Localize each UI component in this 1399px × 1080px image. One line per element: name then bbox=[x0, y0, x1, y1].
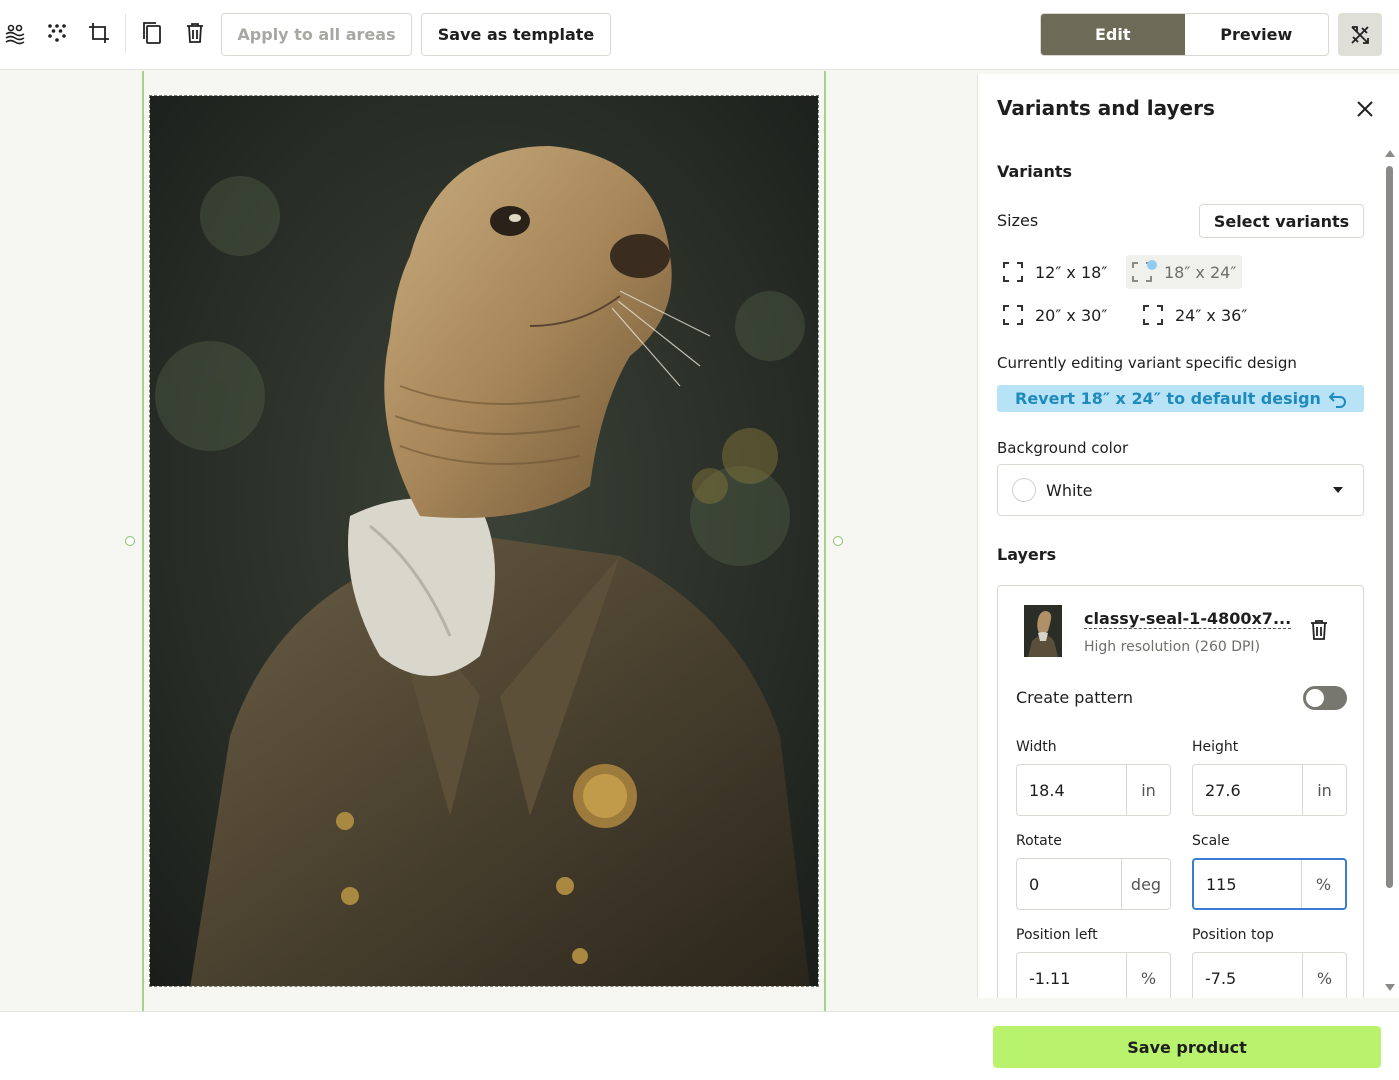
size-label: 24″ x 36″ bbox=[1175, 305, 1248, 325]
tools-icon[interactable] bbox=[1338, 13, 1382, 56]
position-left-field[interactable]: -1.11 % bbox=[1016, 952, 1171, 998]
create-pattern-toggle[interactable] bbox=[1303, 686, 1347, 710]
revert-label: Revert 18″ x 24″ to default design bbox=[1015, 389, 1321, 408]
pattern-icon[interactable] bbox=[0, 18, 30, 48]
mode-switch: Edit Preview bbox=[1040, 13, 1329, 56]
apply-to-all-areas-button[interactable]: Apply to all areas bbox=[221, 13, 412, 56]
edited-indicator-dot bbox=[1147, 260, 1157, 270]
design-canvas[interactable] bbox=[0, 71, 976, 1011]
panel-title: Variants and layers bbox=[997, 96, 1215, 120]
print-area-right-guide bbox=[824, 71, 826, 1011]
crop-icon[interactable] bbox=[84, 18, 114, 48]
width-unit: in bbox=[1126, 765, 1170, 815]
size-option-24x36[interactable]: 24″ x 36″ bbox=[1137, 298, 1253, 332]
tab-edit[interactable]: Edit bbox=[1041, 14, 1185, 55]
position-left-label: Position left bbox=[1016, 927, 1098, 943]
editing-note: Currently editing variant specific desig… bbox=[997, 354, 1297, 372]
height-value[interactable]: 27.6 bbox=[1193, 765, 1302, 815]
frame-icon bbox=[1003, 262, 1023, 282]
variants-heading: Variants bbox=[997, 162, 1073, 181]
layers-heading: Layers bbox=[997, 545, 1057, 564]
rotate-value[interactable]: 0 bbox=[1017, 859, 1121, 909]
layer-file-name[interactable]: classy-seal-1-4800x7... bbox=[1084, 609, 1292, 629]
frame-icon bbox=[1143, 305, 1163, 325]
scatter-icon[interactable] bbox=[42, 18, 72, 48]
height-field[interactable]: 27.6 in bbox=[1192, 764, 1347, 816]
rotate-unit: deg bbox=[1121, 859, 1170, 909]
height-label: Height bbox=[1192, 739, 1239, 755]
layer-thumbnail bbox=[1024, 605, 1062, 657]
size-option-12x18[interactable]: 12″ x 18″ bbox=[997, 255, 1113, 289]
background-color-select[interactable]: White bbox=[997, 464, 1364, 516]
width-label: Width bbox=[1016, 739, 1057, 755]
width-value[interactable]: 18.4 bbox=[1017, 765, 1126, 815]
undo-icon bbox=[1328, 392, 1346, 408]
position-left-value[interactable]: -1.11 bbox=[1017, 953, 1126, 998]
variants-layers-panel: Variants and layers Variants Sizes Selec… bbox=[977, 74, 1399, 998]
height-unit: in bbox=[1302, 765, 1346, 815]
scroll-up-arrow[interactable] bbox=[1385, 150, 1395, 157]
position-top-label: Position top bbox=[1192, 927, 1274, 943]
background-color-label: Background color bbox=[997, 439, 1129, 457]
size-label: 12″ x 18″ bbox=[1035, 262, 1108, 282]
create-pattern-label: Create pattern bbox=[1016, 688, 1134, 707]
size-label: 18″ x 24″ bbox=[1164, 262, 1237, 282]
footer-bar: Save product bbox=[0, 1011, 1399, 1080]
sizes-label: Sizes bbox=[997, 211, 1039, 230]
color-swatch bbox=[1012, 478, 1036, 502]
rotate-label: Rotate bbox=[1016, 833, 1062, 849]
artwork-image[interactable] bbox=[149, 95, 819, 987]
toolbar-divider bbox=[125, 14, 126, 54]
scroll-thumb[interactable] bbox=[1386, 166, 1393, 888]
revert-to-default-button[interactable]: Revert 18″ x 24″ to default design bbox=[997, 385, 1364, 412]
size-label: 20″ x 30″ bbox=[1035, 305, 1108, 325]
tab-preview[interactable]: Preview bbox=[1185, 14, 1329, 55]
width-field[interactable]: 18.4 in bbox=[1016, 764, 1171, 816]
size-option-18x24[interactable]: 18″ x 24″ bbox=[1126, 255, 1243, 289]
print-area-left-guide bbox=[142, 71, 144, 1011]
resize-handle-right[interactable] bbox=[833, 536, 843, 546]
top-toolbar: Apply to all areas Save as template Edit… bbox=[0, 0, 1399, 70]
position-top-field[interactable]: -7.5 % bbox=[1192, 952, 1347, 998]
scroll-down-arrow[interactable] bbox=[1385, 984, 1395, 991]
chevron-down-icon bbox=[1333, 487, 1343, 493]
scale-label: Scale bbox=[1192, 833, 1230, 849]
save-as-template-button[interactable]: Save as template bbox=[421, 13, 611, 56]
layer-card: classy-seal-1-4800x7... High resolution … bbox=[997, 585, 1364, 998]
rotate-field[interactable]: 0 deg bbox=[1016, 858, 1171, 910]
scale-value[interactable]: 115 bbox=[1194, 860, 1301, 908]
position-top-value[interactable]: -7.5 bbox=[1193, 953, 1302, 998]
scale-field[interactable]: 115 % bbox=[1192, 858, 1347, 910]
position-left-unit: % bbox=[1126, 953, 1170, 998]
position-top-unit: % bbox=[1302, 953, 1346, 998]
resize-handle-left[interactable] bbox=[125, 536, 135, 546]
close-icon[interactable] bbox=[1354, 98, 1376, 120]
scale-unit: % bbox=[1301, 860, 1345, 908]
select-variants-button[interactable]: Select variants bbox=[1199, 204, 1364, 238]
panel-scrollbar[interactable] bbox=[1381, 146, 1397, 998]
background-color-value: White bbox=[1046, 480, 1093, 500]
layer-resolution: High resolution (260 DPI) bbox=[1084, 639, 1261, 655]
toggle-knob bbox=[1306, 689, 1324, 707]
delete-layer-trash-icon[interactable] bbox=[1310, 620, 1328, 644]
trash-icon[interactable] bbox=[180, 18, 210, 48]
copy-icon[interactable] bbox=[137, 18, 167, 48]
save-product-button[interactable]: Save product bbox=[993, 1026, 1381, 1068]
size-option-20x30[interactable]: 20″ x 30″ bbox=[997, 298, 1113, 332]
frame-icon bbox=[1003, 305, 1023, 325]
